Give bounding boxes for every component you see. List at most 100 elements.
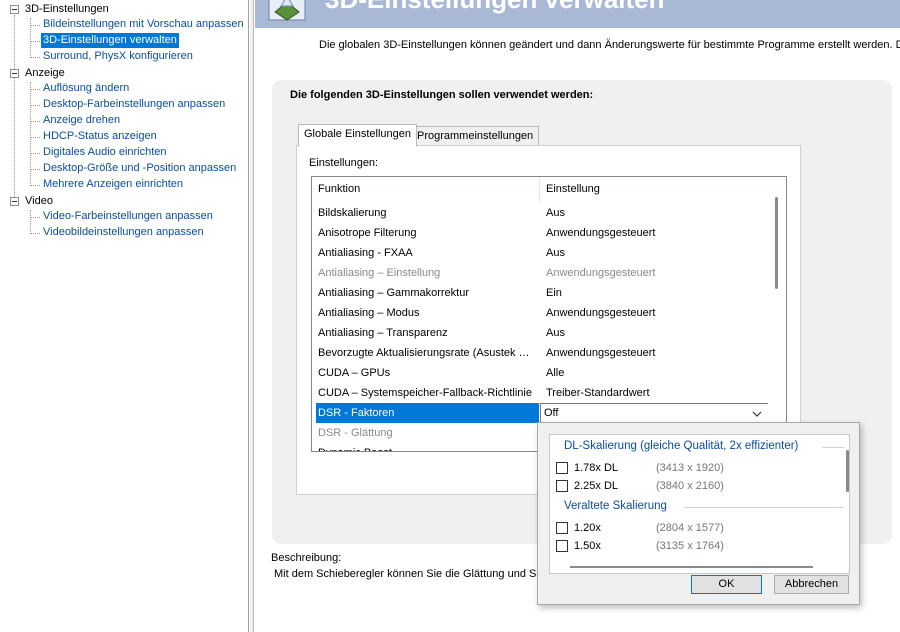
settings-row[interactable]: Antialiasing – Einstellung Anwendungsgest… — [312, 263, 769, 283]
settings-row[interactable]: Antialiasing – Gammakorrektur Ein — [312, 283, 769, 303]
3d-settings-icon — [268, 0, 306, 21]
description-text: Mit dem Schieberegler können Sie die Glä… — [274, 568, 539, 580]
cancel-button[interactable]: Abbrechen — [774, 575, 849, 594]
collapse-icon[interactable] — [10, 69, 19, 78]
tree-item-rotate-display[interactable]: Anzeige drehen — [41, 113, 122, 128]
tree-item-manage-3d-settings[interactable]: 3D-Einstellungen verwalten — [41, 33, 179, 48]
option-label: 2.25x DL — [574, 480, 619, 492]
tree-connector — [30, 169, 40, 170]
row-function: DSR - Glättung — [318, 427, 393, 439]
collapse-icon[interactable] — [10, 5, 19, 14]
row-function: CUDA – Systemspeicher-Fallback-Richtlini… — [318, 387, 532, 399]
settings-row[interactable]: Antialiasing – Modus Anwendungsgesteuert — [312, 303, 769, 323]
splitter[interactable] — [250, 0, 254, 632]
tree-item-surround-physx[interactable]: Surround, PhysX konfigurieren — [41, 49, 195, 64]
navigation-tree: 3D-Einstellungen Bildeinstellungen mit V… — [0, 0, 249, 632]
tree-connector — [30, 25, 40, 26]
popup-scrollbar-vertical[interactable] — [846, 450, 849, 492]
ok-button[interactable]: OK — [691, 575, 762, 594]
tree-connector — [30, 233, 40, 234]
tab-global-settings[interactable]: Globale Einstellungen — [298, 124, 418, 147]
tree-item-digital-audio[interactable]: Digitales Audio einrichten — [41, 145, 169, 160]
row-function: Bevorzugte Aktualisierungsrate (Asustek … — [318, 347, 533, 359]
row-function: CUDA – GPUs — [318, 367, 391, 379]
checkbox[interactable] — [556, 540, 568, 552]
settings-row[interactable]: Antialiasing – Transparenz Aus — [312, 323, 769, 343]
tree-connector — [30, 210, 31, 234]
row-function: Antialiasing - FXAA — [318, 247, 413, 259]
row-setting: Aus — [546, 327, 565, 339]
tree-item-video-color[interactable]: Video-Farbeinstellungen anpassen — [41, 209, 215, 224]
intro-text: Die globalen 3D-Einstellungen können geä… — [319, 39, 900, 51]
column-header-function[interactable]: Funktion — [312, 177, 540, 202]
settings-row[interactable]: CUDA – GPUs Alle — [312, 363, 769, 383]
checkbox[interactable] — [556, 522, 568, 534]
column-header-setting[interactable]: Einstellung — [540, 177, 769, 202]
page-title: 3D-Einstellungen verwalten — [325, 0, 665, 15]
row-function: Dynamic Boost — [318, 443, 533, 451]
tree-item-video-image[interactable]: Videobildeinstellungen anpassen — [41, 225, 206, 240]
tree-connector — [30, 217, 40, 218]
option-resolution: (3135 x 1764) — [656, 540, 724, 552]
group-header-legacy-scaling: Veraltete Skalierung — [564, 500, 667, 512]
dsr-factors-popup: DL-Skalierung (gleiche Qualität, 2x effi… — [537, 422, 860, 605]
tree-group-display[interactable]: Anzeige — [25, 66, 65, 81]
settings-row[interactable]: Bevorzugte Aktualisierungsrate (Asustek … — [312, 343, 769, 363]
tab-program-settings[interactable]: Programmeinstellungen — [411, 126, 540, 147]
option-label: 1.78x DL — [574, 462, 619, 474]
tree-item-multiple-displays[interactable]: Mehrere Anzeigen einrichten — [41, 177, 185, 192]
tree-connector — [30, 137, 40, 138]
tree-connector — [30, 185, 40, 186]
tree-item-change-resolution[interactable]: Auflösung ändern — [41, 81, 131, 96]
tree-connector — [30, 18, 31, 58]
settings-row[interactable]: Antialiasing - FXAA Aus — [312, 243, 769, 263]
option-resolution: (3840 x 2160) — [656, 480, 724, 492]
chevron-down-icon[interactable] — [752, 411, 762, 417]
settings-label: Einstellungen: — [309, 157, 379, 169]
popup-scrollbar-horizontal[interactable] — [570, 566, 813, 568]
row-function: DSR - Faktoren — [318, 407, 395, 419]
setting-dropdown[interactable]: Off — [540, 403, 769, 423]
group-header-divider — [683, 507, 844, 508]
row-function: Antialiasing – Transparenz — [318, 327, 448, 339]
tree-connector — [30, 105, 40, 106]
tree-connector — [30, 41, 40, 42]
settings-row[interactable]: Anisotrope Filterung Anwendungsgesteuert — [312, 223, 769, 243]
tree-group-video[interactable]: Video — [25, 194, 53, 209]
tree-connector — [14, 15, 15, 205]
row-setting: Aus — [546, 247, 565, 259]
row-setting: Alle — [546, 367, 565, 379]
settings-heading: Die folgenden 3D-Einstellungen sollen ve… — [290, 89, 594, 101]
row-setting: Anwendungsgesteuert — [546, 347, 656, 359]
settings-row[interactable]: CUDA – Systemspeicher-Fallback-Richtlini… — [312, 383, 769, 403]
option-label: 1.20x — [574, 522, 601, 534]
row-setting: Anwendungsgesteuert — [546, 227, 656, 239]
tree-group-3d-settings[interactable]: 3D-Einstellungen — [25, 2, 109, 17]
dsr-factors-list[interactable]: DL-Skalierung (gleiche Qualität, 2x effi… — [549, 434, 850, 574]
tree-item-desktop-color[interactable]: Desktop-Farbeinstellungen anpassen — [41, 97, 227, 112]
row-function: Antialiasing – Gammakorrektur — [318, 287, 470, 299]
checkbox[interactable] — [556, 462, 568, 474]
tree-item-hdcp-status[interactable]: HDCP-Status anzeigen — [41, 129, 159, 144]
scrollbar-thumb[interactable] — [775, 197, 778, 289]
settings-list[interactable]: Funktion Einstellung Bildskalierung Aus An… — [311, 176, 787, 452]
checkbox[interactable] — [556, 480, 568, 492]
tree-connector — [30, 153, 40, 154]
tree-item-desktop-size[interactable]: Desktop-Größe und -Position anpassen — [41, 161, 238, 176]
tree-item-image-preview[interactable]: Bildeinstellungen mit Vorschau anpassen — [41, 17, 246, 32]
option-label: 1.50x — [574, 540, 601, 552]
row-setting: Treiber-Standardwert — [546, 387, 650, 399]
settings-row[interactable]: DSR - Faktoren Off — [312, 403, 769, 423]
row-setting: Anwendungsgesteuert — [546, 307, 656, 319]
row-function: Anisotrope Filterung — [318, 227, 417, 239]
group-header-dl-scaling: DL-Skalierung (gleiche Qualität, 2x effi… — [564, 440, 799, 452]
collapse-icon[interactable] — [10, 197, 19, 206]
row-function: Antialiasing – Einstellung — [318, 267, 441, 279]
settings-row[interactable]: Bildskalierung Aus — [312, 203, 769, 223]
list-scrollbar[interactable] — [768, 177, 786, 451]
group-header-divider — [822, 447, 844, 448]
tree-connector — [30, 121, 40, 122]
dropdown-value: Off — [544, 407, 559, 419]
option-resolution: (2804 x 1577) — [656, 522, 724, 534]
row-function: Antialiasing – Modus — [318, 307, 420, 319]
